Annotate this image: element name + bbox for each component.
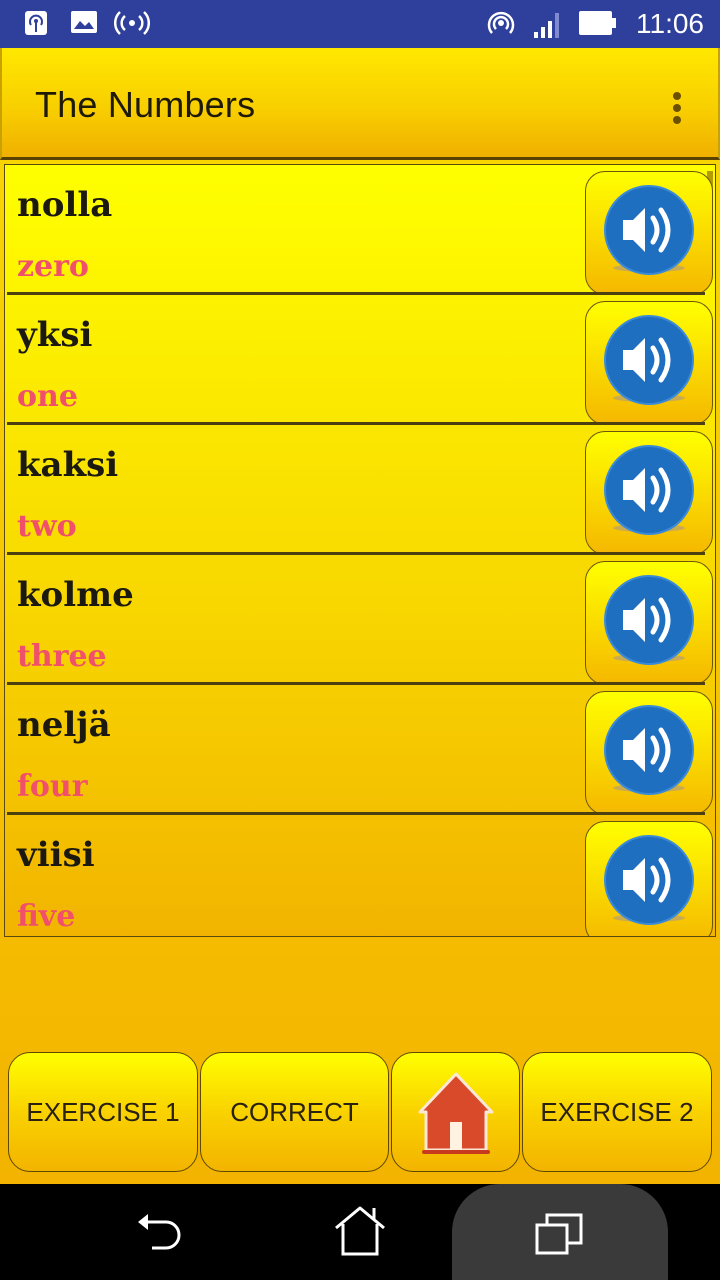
navigation-bar <box>0 1184 720 1280</box>
list-item: nolla zero <box>5 165 713 295</box>
home-icon[interactable] <box>332 1206 388 1258</box>
speaker-icon <box>604 835 694 925</box>
english-translation: zero <box>17 249 89 284</box>
speaker-icon <box>604 315 694 405</box>
back-icon[interactable] <box>132 1208 188 1256</box>
image-icon <box>71 11 97 33</box>
finnish-word: kaksi <box>17 445 119 485</box>
speaker-icon <box>604 445 694 535</box>
finnish-word: neljä <box>17 705 111 745</box>
page-title: The Numbers <box>35 84 256 125</box>
exercise-1-button[interactable]: EXERCISE 1 <box>8 1052 198 1172</box>
app-bar: The Numbers <box>0 48 720 160</box>
exercise-2-button[interactable]: EXERCISE 2 <box>522 1052 712 1172</box>
home-icon <box>418 1072 493 1154</box>
finnish-word: viisi <box>17 835 95 875</box>
finnish-word: yksi <box>17 315 93 355</box>
list-item: neljä four <box>5 685 713 815</box>
clock: 11:06 <box>636 8 704 39</box>
recents-icon[interactable] <box>534 1212 586 1258</box>
word-list[interactable]: nolla zero yksi one kaksi two kolme thre… <box>4 164 716 937</box>
overflow-menu-icon[interactable] <box>672 92 682 128</box>
home-button[interactable] <box>391 1052 520 1172</box>
finnish-word: nolla <box>17 185 113 225</box>
play-audio-button[interactable] <box>585 301 713 425</box>
signal-icon <box>534 13 559 38</box>
list-item: yksi one <box>5 295 713 425</box>
english-translation: five <box>17 899 76 934</box>
hotspot-icon <box>25 11 47 35</box>
speaker-icon <box>604 575 694 665</box>
play-audio-button[interactable] <box>585 171 713 295</box>
status-bar: 11:06 <box>0 0 720 48</box>
play-audio-button[interactable] <box>585 821 713 936</box>
broadcast-icon <box>114 11 150 35</box>
list-item: viisi five <box>5 815 713 936</box>
english-translation: two <box>17 509 77 544</box>
english-translation: four <box>17 769 88 804</box>
english-translation: three <box>17 639 107 674</box>
play-audio-button[interactable] <box>585 691 713 815</box>
speaker-icon <box>604 185 694 275</box>
correct-button[interactable]: CORRECT <box>200 1052 389 1172</box>
english-translation: one <box>17 379 78 414</box>
app-screen: The Numbers nolla zero yksi one kaksi tw… <box>0 48 720 1184</box>
finnish-word: kolme <box>17 575 134 615</box>
battery-icon <box>579 11 616 35</box>
play-audio-button[interactable] <box>585 561 713 685</box>
list-item: kaksi two <box>5 425 713 555</box>
speaker-icon <box>604 705 694 795</box>
play-audio-button[interactable] <box>585 431 713 555</box>
hotspot-icon <box>487 11 515 34</box>
list-item: kolme three <box>5 555 713 685</box>
bottom-action-bar: EXERCISE 1 CORRECT EXERCISE 2 <box>8 1052 714 1172</box>
